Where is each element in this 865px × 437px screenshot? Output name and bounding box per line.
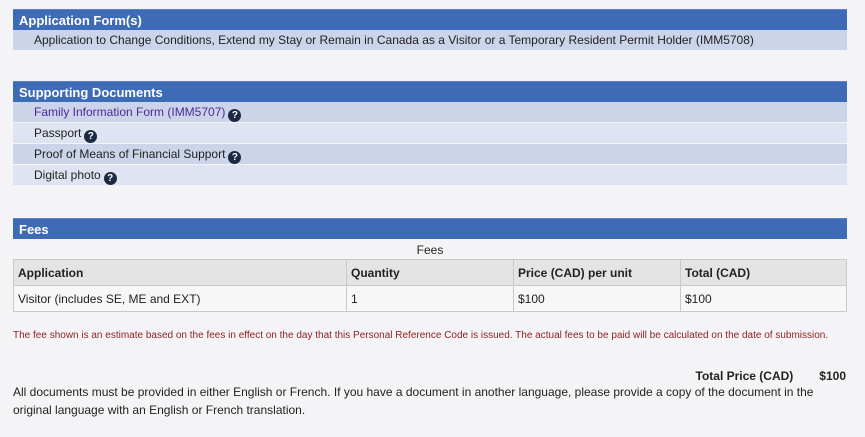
total-price-value: $100 (819, 369, 846, 383)
cell-total: $100 (680, 285, 847, 312)
application-forms-header: Application Form(s) (13, 9, 847, 30)
fees-section: Fees (13, 218, 847, 239)
column-header-quantity: Quantity (346, 259, 514, 286)
cell-quantity: 1 (346, 285, 514, 312)
digital-photo-label: Digital photo (34, 168, 101, 182)
fees-header: Fees (13, 218, 847, 239)
document-item-family-information-form: Family Information Form (IMM5707)? (13, 102, 847, 123)
document-item-financial-support: Proof of Means of Financial Support? (13, 144, 847, 165)
fees-table-header-row: Application Quantity Price (CAD) per uni… (13, 259, 847, 286)
family-information-form-link[interactable]: Family Information Form (IMM5707) (34, 105, 225, 119)
document-item-digital-photo: Digital photo? (13, 165, 847, 186)
table-row: Visitor (includes SE, ME and EXT) 1 $100… (13, 285, 847, 312)
column-header-application: Application (13, 259, 347, 286)
financial-support-label: Proof of Means of Financial Support (34, 147, 226, 161)
total-price-label: Total Price (CAD) (695, 369, 794, 383)
fee-estimate-note: The fee shown is an estimate based on th… (13, 330, 829, 341)
document-item-passport: Passport? (13, 123, 847, 144)
total-price: Total Price (CAD) $100 (696, 369, 847, 383)
cell-application: Visitor (includes SE, ME and EXT) (13, 285, 347, 312)
passport-label: Passport (34, 126, 82, 140)
cell-price-per-unit: $100 (513, 285, 681, 312)
fees-table-caption: Fees (416, 243, 444, 257)
column-header-price-per-unit: Price (CAD) per unit (513, 259, 681, 286)
question-circle-icon[interactable]: ? (103, 172, 117, 185)
column-header-total: Total (CAD) (680, 259, 847, 286)
language-requirement-text: All documents must be provided in either… (13, 385, 814, 417)
supporting-documents-section: Supporting Documents Family Information … (13, 81, 847, 186)
question-circle-icon[interactable]: ? (228, 109, 242, 122)
application-form-item: Application to Change Conditions, Extend… (13, 30, 847, 51)
fees-table: Application Quantity Price (CAD) per uni… (13, 259, 847, 312)
application-form-label: Application to Change Conditions, Extend… (34, 33, 754, 47)
supporting-documents-header: Supporting Documents (13, 81, 847, 102)
question-circle-icon[interactable]: ? (228, 151, 242, 164)
application-forms-section: Application Form(s) Application to Chang… (13, 9, 847, 51)
question-circle-icon[interactable]: ? (84, 130, 98, 143)
